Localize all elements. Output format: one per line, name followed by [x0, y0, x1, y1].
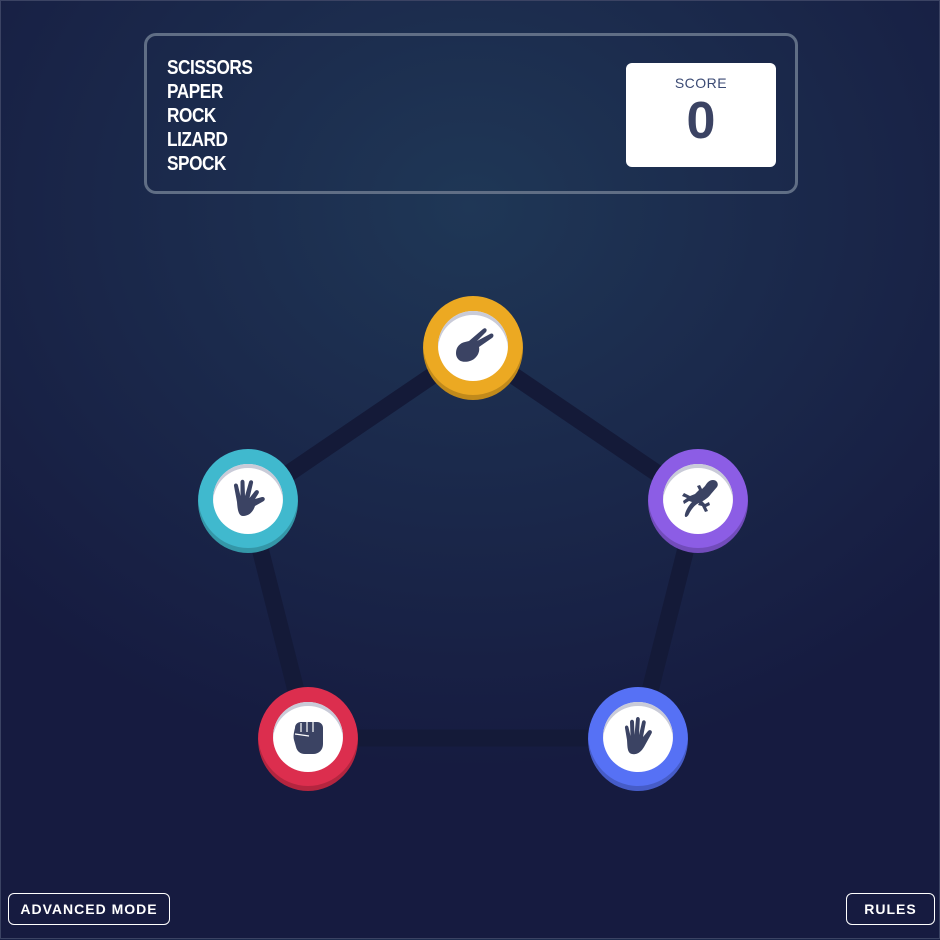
score-label: SCORE [674, 75, 728, 91]
paper-token[interactable] [588, 687, 688, 791]
spock-token-inner [213, 464, 283, 534]
scissors-hand-icon [456, 328, 494, 362]
header-panel: SCISSORS PAPER ROCK LIZARD SPOCK SCORE 0 [144, 33, 798, 194]
score-box: SCORE 0 [626, 63, 776, 167]
score-value: 0 [686, 92, 716, 150]
scissors-token-inner [438, 311, 508, 381]
rock-token[interactable] [258, 687, 358, 791]
title-rock: ROCK [167, 105, 216, 127]
lizard-token-inner [663, 464, 733, 534]
spock-hand-icon [233, 479, 265, 516]
title-lizard: LIZARD [167, 129, 228, 151]
paper-token-inner [603, 702, 673, 772]
advanced-mode-button[interactable]: ADVANCED MODE [8, 893, 170, 925]
spock-token[interactable] [198, 449, 298, 553]
lizard-token[interactable] [648, 449, 748, 553]
lizard-icon [682, 480, 718, 517]
paper-hand-icon [624, 716, 652, 755]
rock-fist-icon [293, 722, 323, 754]
title-scissors: SCISSORS [167, 57, 253, 79]
game-title-list: SCISSORS PAPER ROCK LIZARD SPOCK [167, 56, 266, 176]
rock-token-inner [273, 702, 343, 772]
scissors-token[interactable] [423, 296, 523, 400]
pentagon-outline [239, 339, 707, 747]
rules-button[interactable]: RULES [846, 893, 935, 925]
title-paper: PAPER [167, 81, 223, 103]
title-spock: SPOCK [167, 153, 227, 175]
